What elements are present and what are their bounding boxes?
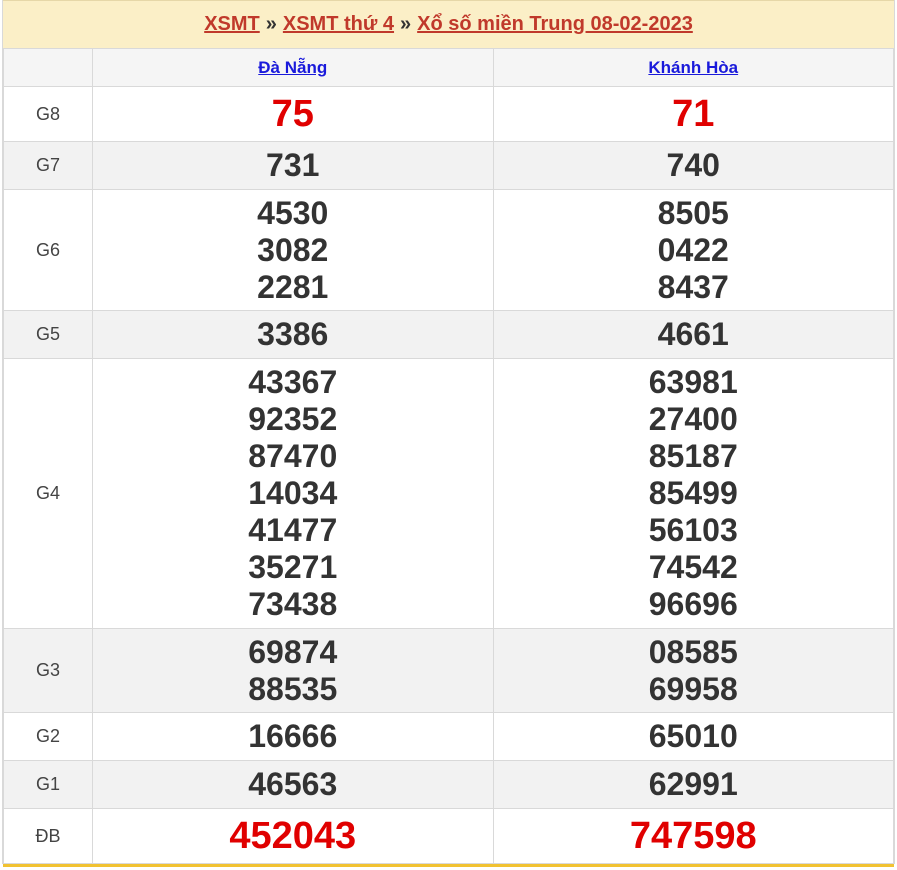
result-number: 65010: [648, 718, 738, 754]
result-number: 43367: [248, 364, 338, 400]
prize-cell: 4661: [492, 310, 894, 359]
prize-cell: 46563: [92, 760, 494, 809]
result-number: 74542: [648, 549, 738, 585]
breadcrumb-date-link[interactable]: Xổ số miền Trung 08-02-2023: [417, 13, 693, 36]
highlight-number: 747598: [629, 814, 757, 857]
prize-label: ĐB: [3, 808, 93, 864]
prize-row: G5 3386 4661: [3, 310, 894, 359]
breadcrumb-separator: »: [400, 13, 412, 35]
result-number: 62991: [648, 766, 738, 802]
header-province-cell: Đà Nẵng: [92, 48, 494, 87]
result-number: 3386: [257, 316, 329, 352]
result-number: 69958: [648, 670, 738, 707]
results-body: G8 75 71 G7 731 740 G6 4530 3082 2281 8505 0422 8437…: [3, 86, 894, 864]
prize-label: G1: [3, 760, 93, 809]
results-container: XSMT » XSMT thứ 4 » Xổ số miền Trung 08-…: [2, 0, 895, 867]
prize-row: G3 69874 88535 08585 69958: [3, 628, 894, 713]
result-number: 2281: [257, 268, 329, 305]
result-number: 8505: [657, 194, 729, 231]
prize-cell: 08585 69958: [492, 628, 894, 713]
prize-cell: 740: [492, 141, 894, 190]
result-number: 16666: [248, 718, 338, 754]
highlight-number: 452043: [229, 814, 357, 857]
prize-cell: 69874 88535: [92, 628, 494, 713]
result-number: 731: [266, 147, 320, 183]
prize-cell: 62991: [492, 760, 894, 809]
result-number: 85499: [648, 475, 738, 511]
prize-row: G7 731 740: [3, 141, 894, 190]
prize-cell: 731: [92, 141, 494, 190]
result-number: 46563: [248, 766, 338, 802]
result-number: 69874: [248, 633, 338, 670]
breadcrumb: XSMT » XSMT thứ 4 » Xổ số miền Trung 08-…: [3, 0, 894, 48]
prize-cell: 71: [492, 86, 894, 142]
results-table: Đà Nẵng Khánh Hòa G8 75 71 G7 731 740 G6 4530 30…: [3, 48, 894, 864]
result-number: 73438: [248, 586, 338, 622]
result-number: 63981: [648, 364, 738, 400]
result-number: 4530: [257, 194, 329, 231]
prize-label: G6: [3, 189, 93, 311]
prize-cell: 75: [92, 86, 494, 142]
breadcrumb-separator: »: [265, 13, 277, 35]
prize-row: ĐB 452043 747598: [3, 808, 894, 864]
breadcrumb-xsmt-wednesday-link[interactable]: XSMT thứ 4: [283, 13, 394, 36]
prize-cell: 8505 0422 8437: [492, 189, 894, 311]
result-number: 08585: [648, 633, 738, 670]
result-number: 8437: [657, 268, 729, 305]
prize-cell: 4530 3082 2281: [92, 189, 494, 311]
prize-label: G8: [3, 86, 93, 142]
result-number: 3082: [257, 231, 329, 268]
prize-row: G2 16666 65010: [3, 712, 894, 761]
prize-label: G2: [3, 712, 93, 761]
prize-row: G6 4530 3082 2281 8505 0422 8437: [3, 189, 894, 311]
result-number: 88535: [248, 670, 338, 707]
table-header-row: Đà Nẵng Khánh Hòa: [3, 48, 894, 87]
prize-label: G5: [3, 310, 93, 359]
prize-cell: 63981 27400 85187 85499 56103 74542 96696: [492, 358, 894, 629]
prize-cell: 3386: [92, 310, 494, 359]
prize-row: G4 43367 92352 87470 14034 41477 35271 73438 639…: [3, 358, 894, 629]
result-number: 96696: [648, 586, 738, 622]
result-number: 4661: [657, 316, 729, 352]
prize-label: G7: [3, 141, 93, 190]
highlight-number: 75: [271, 92, 314, 135]
bottom-accent-line: [3, 864, 894, 867]
result-number: 0422: [657, 231, 729, 268]
result-number: 87470: [248, 438, 338, 474]
prize-label: G4: [3, 358, 93, 629]
prize-label: G3: [3, 628, 93, 713]
prize-row: G8 75 71: [3, 86, 894, 142]
prize-cell: 43367 92352 87470 14034 41477 35271 73438: [92, 358, 494, 629]
result-number: 740: [666, 147, 720, 183]
result-number: 35271: [248, 549, 338, 585]
prize-cell: 452043: [92, 808, 494, 864]
header-empty-cell: [3, 48, 93, 87]
result-number: 14034: [248, 475, 338, 511]
province-link-da-nang[interactable]: Đà Nẵng: [258, 58, 327, 77]
breadcrumb-xsmt-link[interactable]: XSMT: [204, 13, 260, 36]
result-number: 56103: [648, 512, 738, 548]
highlight-number: 71: [672, 92, 715, 135]
result-number: 92352: [248, 401, 338, 437]
province-link-khanh-hoa[interactable]: Khánh Hòa: [648, 58, 738, 77]
result-number: 85187: [648, 438, 738, 474]
header-province-cell: Khánh Hòa: [492, 48, 894, 87]
prize-cell: 65010: [492, 712, 894, 761]
prize-row: G1 46563 62991: [3, 760, 894, 809]
result-number: 27400: [648, 401, 738, 437]
prize-cell: 16666: [92, 712, 494, 761]
result-number: 41477: [248, 512, 338, 548]
prize-cell: 747598: [492, 808, 894, 864]
